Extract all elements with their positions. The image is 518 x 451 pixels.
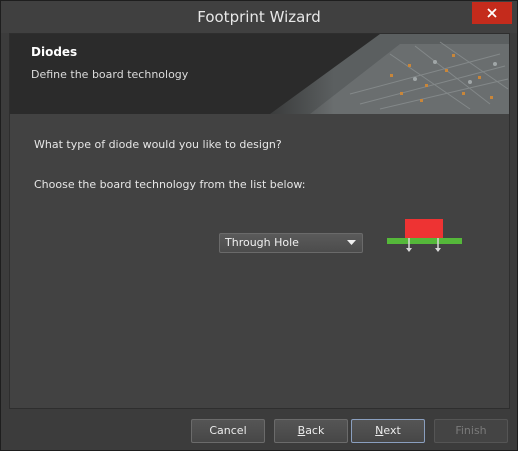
page-subtitle: Define the board technology	[31, 68, 189, 81]
technology-instruction: Choose the board technology from the lis…	[34, 178, 306, 191]
next-button[interactable]: Next	[351, 419, 425, 443]
chevron-down-icon	[347, 240, 356, 245]
page-title: Diodes	[31, 45, 78, 59]
next-button-label: ext	[383, 424, 401, 437]
board-technology-value: Through Hole	[225, 236, 299, 249]
title-bar[interactable]: Footprint Wizard	[1, 1, 517, 33]
pcb-banner-image	[240, 34, 509, 114]
board-technology-select[interactable]: Through Hole	[219, 233, 363, 253]
wizard-button-bar: Cancel Back Next Finish	[1, 409, 517, 450]
footprint-wizard-window: Footprint Wizard Diodes Define the board…	[0, 0, 518, 451]
finish-button[interactable]: Finish	[434, 419, 508, 443]
close-button[interactable]	[472, 2, 512, 24]
back-button-label: ack	[305, 424, 325, 437]
wizard-page: Diodes Define the board technology What …	[9, 33, 510, 409]
through-hole-diode-preview	[387, 219, 462, 252]
close-icon	[487, 8, 497, 18]
cancel-button[interactable]: Cancel	[191, 419, 265, 443]
window-title: Footprint Wizard	[197, 8, 321, 26]
header-banner: Diodes Define the board technology	[10, 34, 509, 114]
back-button[interactable]: Back	[274, 419, 348, 443]
diode-type-question: What type of diode would you like to des…	[34, 138, 282, 151]
